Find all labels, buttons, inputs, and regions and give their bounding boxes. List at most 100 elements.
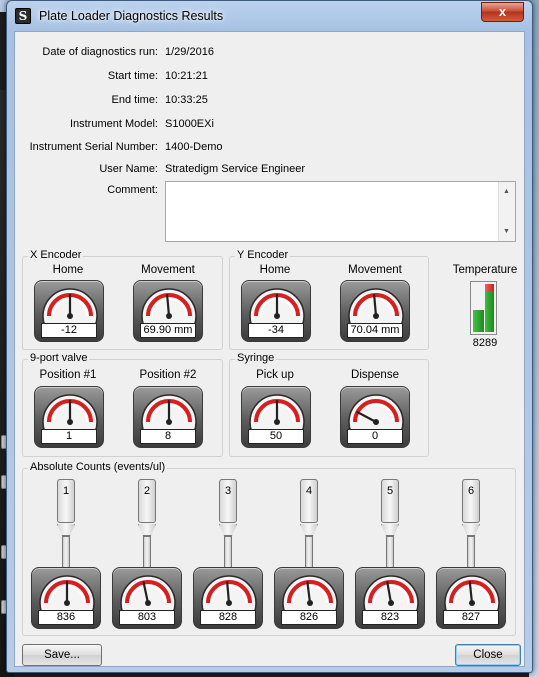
gauge-readout: 828	[200, 610, 256, 625]
gauge-readout: 823	[362, 610, 418, 625]
probe-2-gauge: 803	[112, 567, 182, 629]
gauge-dial	[201, 575, 257, 612]
valve-pos1-label: Position #1	[39, 369, 97, 381]
app-logo-icon: S	[15, 8, 31, 24]
info-value: 1/29/2016	[165, 46, 214, 58]
gauge-dial	[363, 575, 419, 612]
gauge-dial	[348, 394, 404, 431]
temperature-indicator: Temperature 8289	[445, 262, 525, 352]
valve-group: 9-port valve Position #1 1 Position #2 8	[22, 352, 223, 457]
syringe-dispense-gauge: 0	[340, 386, 410, 448]
probe-3-gauge: 828	[193, 567, 263, 629]
gauge-dial	[120, 575, 176, 612]
info-value: S1000EXi	[165, 118, 214, 130]
gauge-dial	[42, 394, 98, 431]
probe-4-body: 4	[300, 479, 318, 523]
gauge-readout: 70.04 mm	[347, 323, 403, 338]
y-movement-gauge: 70.04 mm	[340, 280, 410, 342]
valve-pos2-gauge: 8	[133, 386, 203, 448]
probe-6-gauge: 827	[436, 567, 506, 629]
probe-6-neck	[462, 524, 480, 536]
gauge-readout: 69.90 mm	[140, 323, 196, 338]
probe-3-neck	[219, 524, 237, 536]
info-value: Stratedigm Service Engineer	[165, 163, 306, 175]
info-label: User Name:	[99, 163, 158, 175]
probe-2-body: 2	[138, 479, 156, 523]
y-home-label: Home	[259, 264, 291, 276]
gauge-readout: 826	[281, 610, 337, 625]
gauge-readout: 8	[140, 429, 196, 444]
dialog-content: Date of diagnostics run: 1/29/2016 Start…	[14, 31, 525, 667]
temperature-green-bar-2	[485, 284, 494, 332]
probe-4-gauge: 826	[274, 567, 344, 629]
comment-label: Comment:	[107, 184, 158, 196]
y-movement-label: Movement	[348, 264, 402, 276]
save-button[interactable]: Save...	[22, 644, 102, 666]
probe-4-neck	[300, 524, 318, 536]
info-label: Start time:	[107, 70, 158, 82]
syringe-title: Syringe	[235, 352, 277, 364]
info-label: End time:	[111, 94, 158, 106]
gauge-readout: 50	[248, 429, 304, 444]
gauge-readout: 1	[41, 429, 97, 444]
gauge-readout: 827	[443, 610, 499, 625]
probe-5-gauge: 823	[355, 567, 425, 629]
x-movement-label: Movement	[141, 264, 195, 276]
gauge-readout: -34	[248, 323, 304, 338]
temperature-label: Temperature	[452, 264, 518, 276]
temperature-value: 8289	[472, 337, 498, 349]
absolute-counts-title: Absolute Counts (events/ul)	[28, 461, 168, 473]
temperature-red-cap	[485, 284, 494, 291]
comment-scrollbar[interactable]: ▲ ▼	[498, 182, 515, 241]
gauge-readout: 803	[119, 610, 175, 625]
gauge-readout: 0	[347, 429, 403, 444]
gauge-dial	[141, 394, 197, 431]
gauge-dial	[249, 288, 305, 325]
probe-1-neck	[57, 524, 75, 536]
info-label: Date of diagnostics run:	[42, 46, 158, 58]
info-label: Instrument Model:	[69, 118, 158, 130]
gauge-readout: 836	[38, 610, 94, 625]
probe-5-neck	[381, 524, 399, 536]
y-encoder-title: Y Encoder	[235, 249, 291, 261]
diagnostics-dialog: S Plate Loader Diagnostics Results x Dat…	[6, 0, 533, 673]
probe-6-body: 6	[462, 479, 480, 523]
probe-1-body: 1	[57, 479, 75, 523]
info-value: 10:33:25	[165, 94, 208, 106]
close-window-button[interactable]: x	[481, 2, 524, 22]
syringe-pickup-gauge: 50	[241, 386, 311, 448]
syringe-dispense-label: Dispense	[351, 369, 399, 381]
probe-2-neck	[138, 524, 156, 536]
x-movement-gauge: 69.90 mm	[133, 280, 203, 342]
gauge-readout: -12	[41, 323, 97, 338]
y-encoder-group: Y Encoder Home -34 Movement 70.04 mm	[229, 249, 429, 350]
syringe-group: Syringe Pick up 50 Dispense 0	[229, 352, 429, 457]
gauge-dial	[249, 394, 305, 431]
comment-field[interactable]: ▲ ▼	[165, 181, 516, 242]
probe-3-body: 3	[219, 479, 237, 523]
valve-pos1-gauge: 1	[34, 386, 104, 448]
title-bar[interactable]: S Plate Loader Diagnostics Results x	[7, 1, 532, 31]
gauge-dial	[348, 288, 404, 325]
probe-5-body: 5	[381, 479, 399, 523]
y-home-gauge: -34	[241, 280, 311, 342]
gauge-dial	[141, 288, 197, 325]
scroll-down-arrow-icon[interactable]: ▼	[503, 228, 510, 235]
gauge-dial	[444, 575, 500, 612]
x-home-gauge: -12	[34, 280, 104, 342]
gauge-dial	[282, 575, 338, 612]
window-title: Plate Loader Diagnostics Results	[39, 9, 224, 23]
valve-title: 9-port valve	[28, 352, 90, 364]
info-value: 10:21:21	[165, 70, 208, 82]
valve-pos2-label: Position #2	[139, 369, 197, 381]
absolute-counts-group: Absolute Counts (events/ul) 1 836 2 803 …	[22, 461, 516, 636]
close-button[interactable]: Close	[455, 644, 521, 666]
info-label: Instrument Serial Number:	[29, 141, 158, 153]
gauge-dial	[39, 575, 95, 612]
info-value: 1400-Demo	[165, 141, 223, 153]
probe-1-gauge: 836	[31, 567, 101, 629]
x-encoder-group: X Encoder Home -12 Movement 69.90 mm	[22, 249, 223, 350]
syringe-pickup-label: Pick up	[256, 369, 294, 381]
temperature-bar-frame	[470, 281, 497, 335]
scroll-up-arrow-icon[interactable]: ▲	[503, 188, 510, 195]
